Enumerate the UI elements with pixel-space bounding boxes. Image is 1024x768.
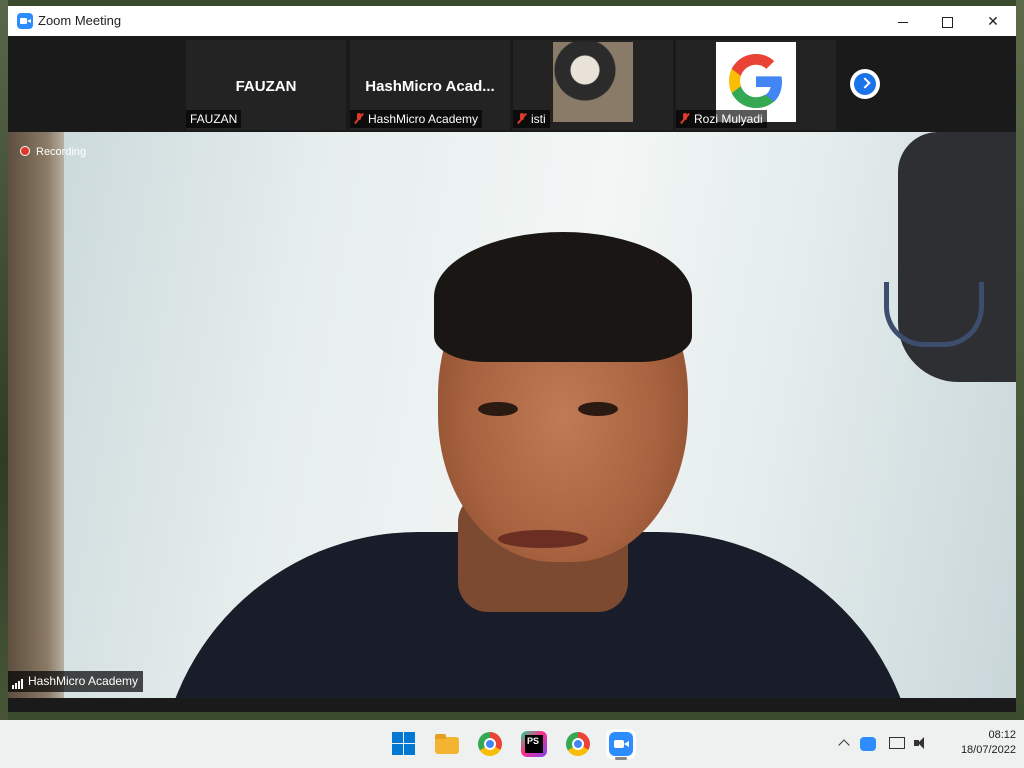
speaker-hair xyxy=(434,232,692,362)
zoom-taskbar-icon[interactable] xyxy=(606,729,636,760)
recording-label: Recording xyxy=(36,146,87,158)
maximize-icon xyxy=(941,16,953,28)
speaker-name: HashMicro Academy xyxy=(28,674,139,688)
participant-name-label: FAUZAN xyxy=(186,110,242,128)
clock-date: 18/07/2022 xyxy=(960,744,1016,756)
clock-time: 08:12 xyxy=(988,729,1016,741)
window-title: Zoom Meeting xyxy=(38,13,122,28)
chrome-icon[interactable] xyxy=(566,732,590,756)
speaker-eye xyxy=(478,402,518,416)
speaker-eye xyxy=(578,402,618,416)
recording-indicator[interactable]: Recording xyxy=(20,146,86,158)
participant-tile-rozi[interactable]: Rozi Mulyadi xyxy=(676,40,836,130)
participant-label-text: isti xyxy=(531,112,546,126)
show-hidden-icons-chevron-up-icon[interactable] xyxy=(838,735,850,753)
participant-name-label: HashMicro Academy xyxy=(350,110,483,128)
volume-icon[interactable] xyxy=(912,735,930,753)
recording-dot-icon xyxy=(20,146,30,156)
microphone-muted-icon xyxy=(680,113,690,124)
file-explorer-icon[interactable] xyxy=(432,729,462,759)
participant-display-name: HashMicro Acad... xyxy=(365,78,495,95)
video-background-door xyxy=(8,132,64,698)
minimize-icon xyxy=(898,21,908,23)
participant-tile-fauzan[interactable]: FAUZAN FAUZAN xyxy=(186,40,346,130)
network-icon[interactable] xyxy=(888,735,906,753)
participant-video-isti xyxy=(553,42,633,122)
participant-name-label: Rozi Mulyadi xyxy=(676,110,767,128)
participant-label-text: HashMicro Academy xyxy=(368,112,479,126)
microphone-muted-icon xyxy=(354,113,364,124)
participant-tile-hashmicro[interactable]: HashMicro Acad... HashMicro Academy xyxy=(350,40,510,130)
active-speaker-name-label: HashMicro Academy xyxy=(8,671,144,692)
video-background-bag-strap xyxy=(884,282,984,347)
speaker-mouth xyxy=(498,530,588,548)
chevron-right-icon xyxy=(859,77,871,89)
active-speaker-video[interactable]: Recording HashMicro Academy xyxy=(8,132,1016,698)
participant-display-name: FAUZAN xyxy=(235,78,297,95)
zoom-tray-icon[interactable] xyxy=(860,735,876,753)
connection-signal-icon xyxy=(12,675,24,689)
zoom-app-icon xyxy=(17,13,33,29)
taskbar-clock[interactable]: 08:12 18/07/2022 xyxy=(936,728,1016,758)
minimize-button[interactable] xyxy=(880,6,926,36)
participant-label-text: Rozi Mulyadi xyxy=(694,112,763,126)
phpstorm-label: PS xyxy=(525,735,543,753)
phpstorm-icon[interactable]: PS xyxy=(521,731,547,757)
participant-tile-isti[interactable]: isti xyxy=(513,40,673,130)
close-button[interactable]: ✕ xyxy=(970,6,1016,36)
participant-name-label: isti xyxy=(513,110,550,128)
desktop-wallpaper-right xyxy=(1016,0,1024,768)
title-bar[interactable]: Zoom Meeting ✕ xyxy=(8,6,1016,36)
participant-label-text: FAUZAN xyxy=(190,112,238,126)
participant-strip: FAUZAN FAUZAN HashMicro Acad... HashMicr… xyxy=(8,36,1016,132)
microphone-muted-icon xyxy=(517,113,527,124)
chrome-icon[interactable] xyxy=(478,732,502,756)
taskbar: PS 08:12 18/07/2022 xyxy=(0,720,1024,768)
windows-start-button[interactable] xyxy=(389,729,419,759)
next-participants-button[interactable] xyxy=(850,69,880,99)
desktop-wallpaper-left xyxy=(0,0,8,768)
maximize-button[interactable] xyxy=(924,6,970,36)
zoom-meeting-window: Zoom Meeting ✕ FAUZAN FAUZAN HashMicro A… xyxy=(8,6,1016,712)
active-app-indicator xyxy=(615,757,627,760)
